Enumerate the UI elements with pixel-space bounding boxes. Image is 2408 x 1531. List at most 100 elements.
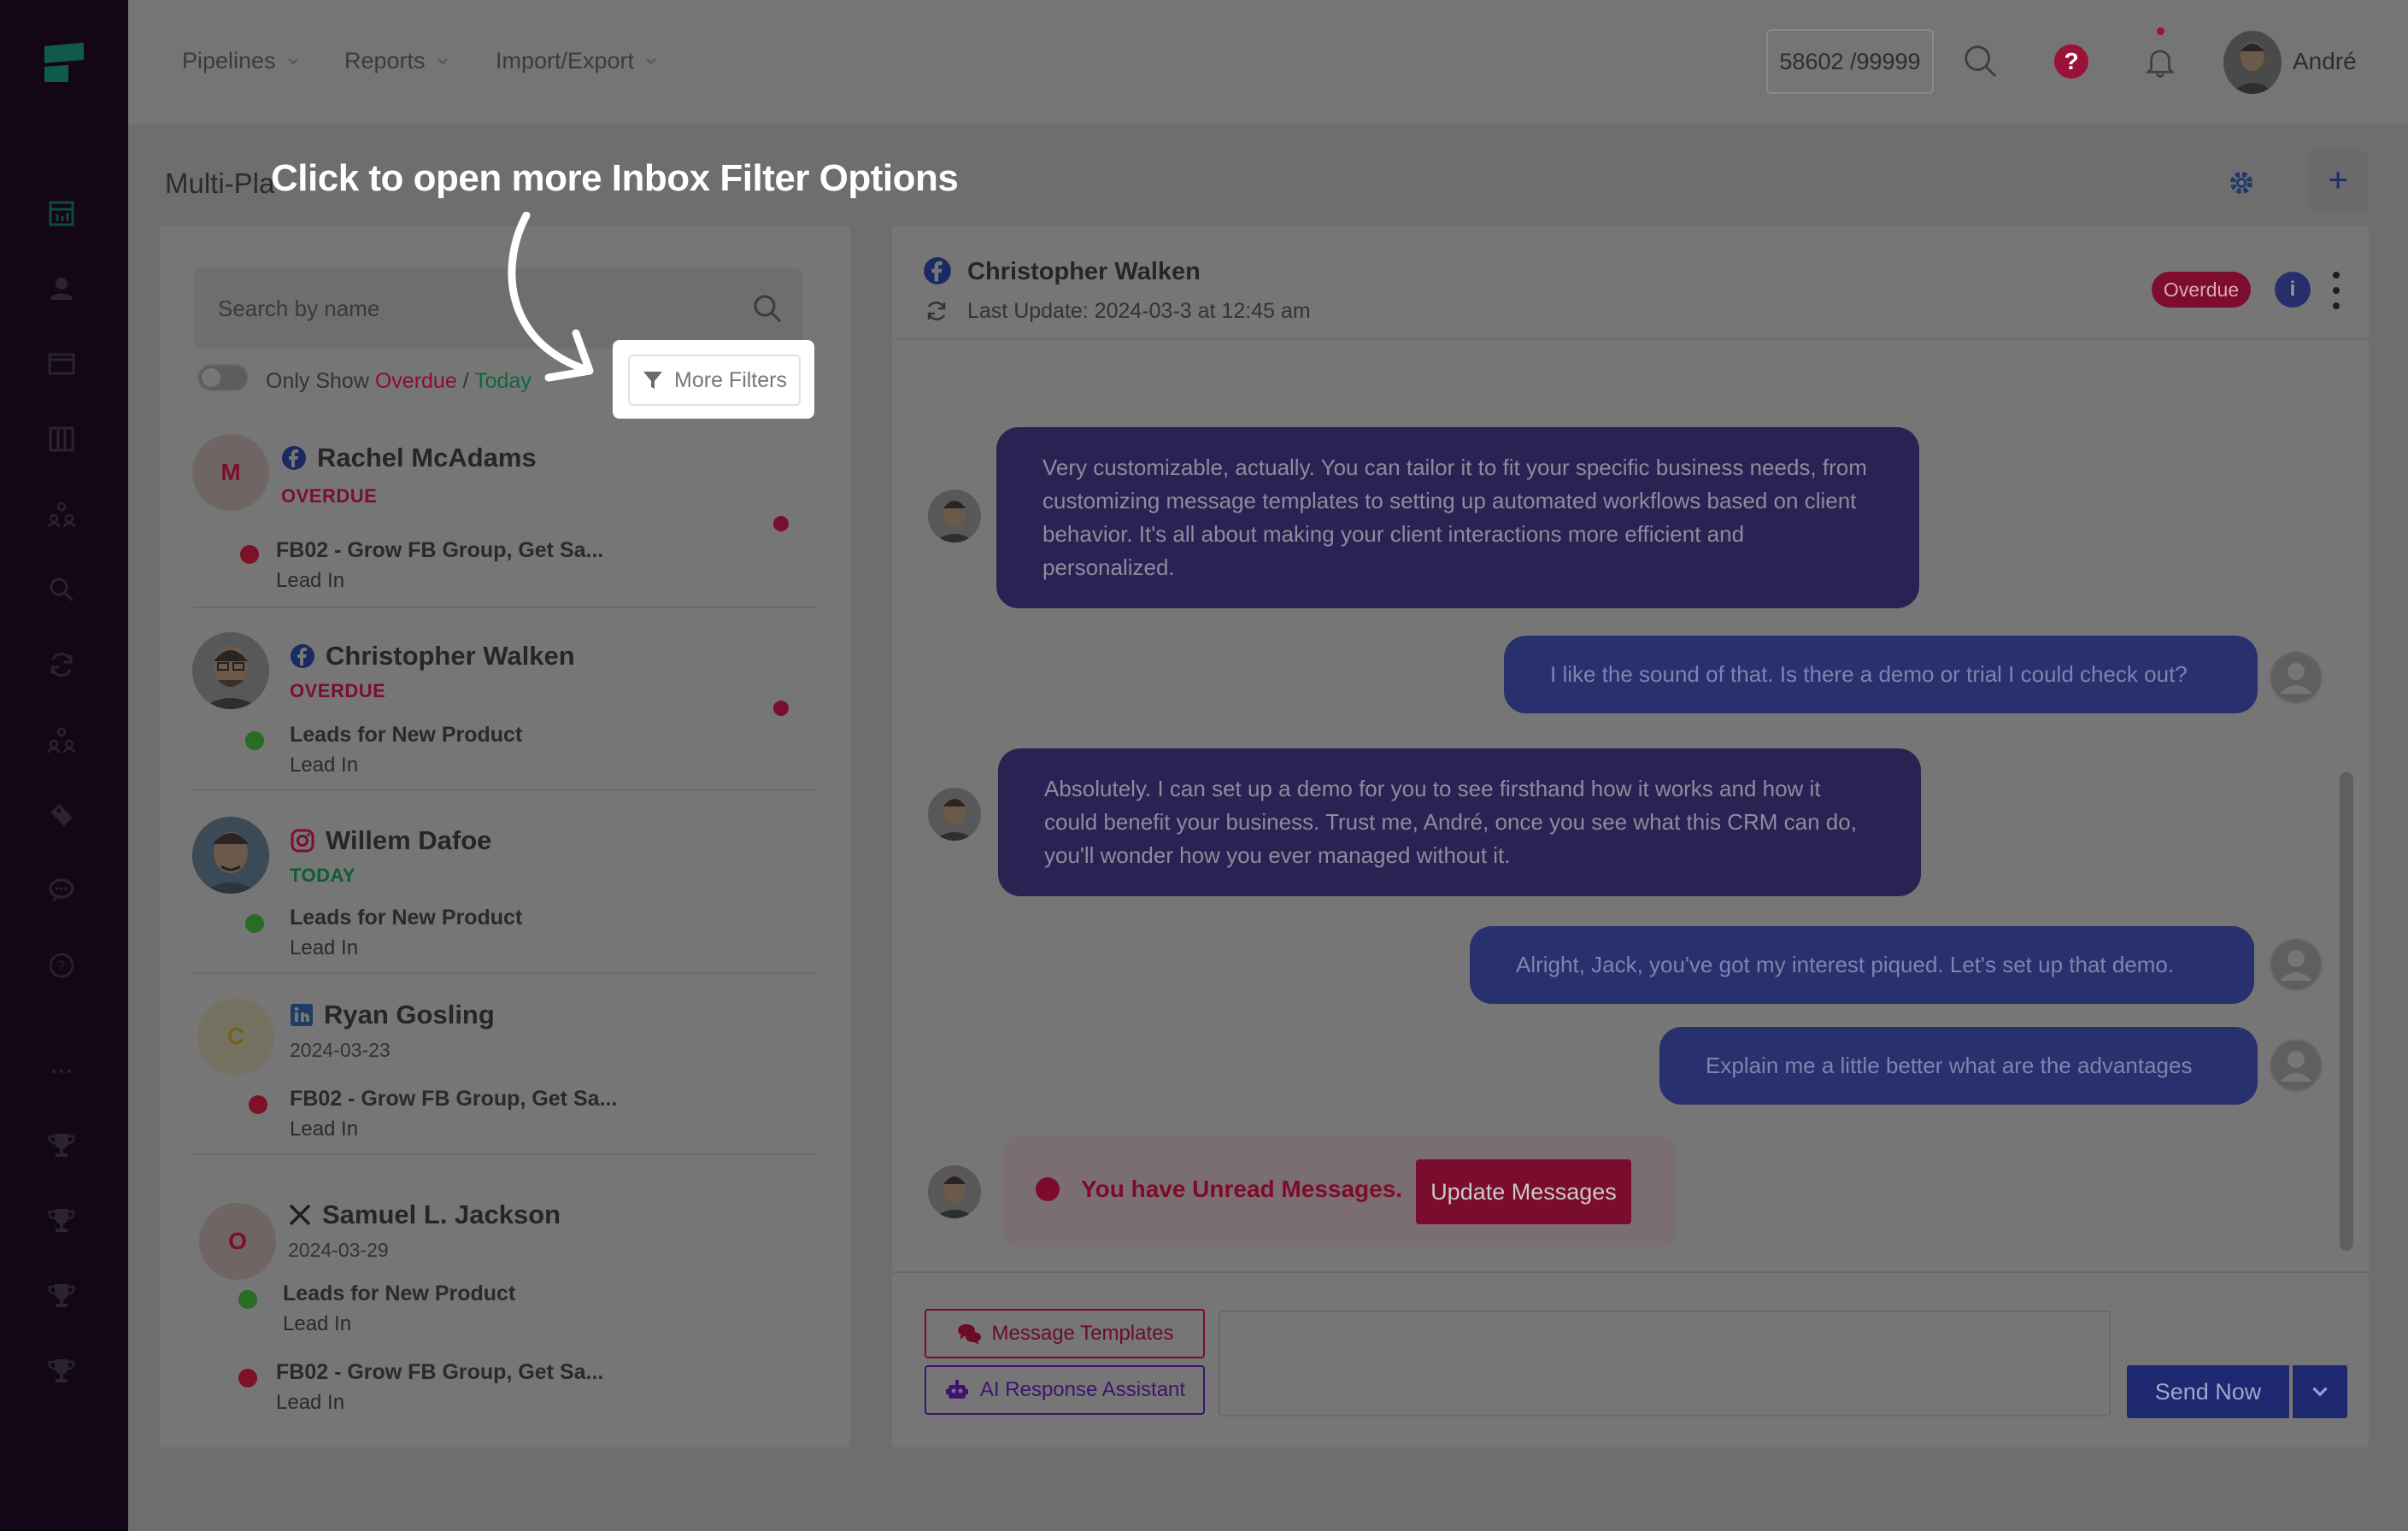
chevron-down-icon bbox=[2312, 1387, 2328, 1397]
search-nav-icon[interactable] bbox=[44, 572, 79, 607]
overdue-toggle[interactable] bbox=[197, 364, 249, 391]
contact-name-row: Samuel L. Jackson bbox=[288, 1200, 561, 1230]
message-templates-button[interactable]: Message Templates bbox=[925, 1309, 1205, 1358]
contact-name-row: Rachel McAdams bbox=[281, 443, 537, 473]
deal-status-dot bbox=[238, 1290, 257, 1309]
deal-status-dot bbox=[238, 1369, 257, 1387]
pipeline-icon[interactable] bbox=[44, 422, 79, 456]
help-symbol: ? bbox=[2054, 44, 2088, 79]
contact-date: 2024-03-29 bbox=[288, 1239, 389, 1261]
app-logo[interactable] bbox=[43, 41, 85, 84]
menu-pipelines[interactable]: Pipelines bbox=[182, 48, 300, 74]
menu-import-export-label: Import/Export bbox=[496, 48, 635, 73]
notification-dot bbox=[2157, 27, 2164, 35]
help-nav-icon[interactable]: ? bbox=[44, 948, 79, 983]
help-icon[interactable]: ? bbox=[2051, 41, 2092, 82]
agent-avatar bbox=[928, 788, 981, 841]
sync-nav-icon[interactable] bbox=[44, 648, 79, 682]
menu-pipelines-label: Pipelines bbox=[182, 48, 276, 73]
deal-status-dot bbox=[245, 914, 264, 933]
tooltip-text: Click to open more Inbox Filter Options bbox=[271, 157, 959, 199]
chat-contact-name: Christopher Walken bbox=[967, 258, 1201, 285]
svg-text:?: ? bbox=[58, 958, 66, 974]
chat-icon[interactable] bbox=[44, 873, 79, 907]
divider bbox=[192, 972, 816, 974]
trophy-icon[interactable] bbox=[44, 1278, 79, 1312]
plus-icon: + bbox=[2328, 161, 2348, 199]
unread-notice-text: You have Unread Messages. bbox=[1081, 1176, 1403, 1202]
message-outgoing: Alright, Jack, you've got my interest pi… bbox=[1470, 926, 2254, 1004]
deal-stage: Lead In bbox=[290, 1117, 359, 1141]
tooltip-arrow-icon bbox=[508, 212, 594, 382]
more-filters-label: More Filters bbox=[674, 367, 787, 392]
send-now-button[interactable]: Send Now bbox=[2127, 1365, 2289, 1418]
chat-bubbles-icon bbox=[957, 1324, 981, 1345]
contact-counter: 58602 /99999 bbox=[1766, 29, 1934, 94]
contact-name: Christopher Walken bbox=[326, 641, 575, 671]
deal-title: Leads for New Product bbox=[283, 1282, 516, 1305]
deal-status-dot bbox=[249, 1095, 267, 1114]
more-icon[interactable] bbox=[44, 1054, 79, 1088]
only-show-separator: / bbox=[456, 369, 475, 393]
contact-item[interactable]: C Ryan Gosling 2024-03-23 FB02 - Grow FB… bbox=[192, 991, 816, 1170]
sync-icon[interactable] bbox=[925, 299, 949, 323]
trophy-icon[interactable] bbox=[44, 1353, 79, 1387]
send-options-dropdown[interactable] bbox=[2293, 1365, 2347, 1418]
deal-title: FB02 - Grow FB Group, Get Sa... bbox=[276, 538, 604, 562]
contact-item[interactable]: Willem Dafoe TODAY Leads for New Product… bbox=[192, 817, 816, 988]
avatar: C bbox=[197, 998, 274, 1075]
gear-icon[interactable] bbox=[2226, 167, 2257, 198]
deal-status-dot bbox=[245, 731, 264, 750]
message-outgoing: Explain me a little better what are the … bbox=[1659, 1027, 2258, 1105]
deal-title: FB02 - Grow FB Group, Get Sa... bbox=[276, 1360, 604, 1384]
deal-stage: Lead In bbox=[283, 1312, 352, 1335]
divider bbox=[192, 1153, 816, 1155]
more-filters-button[interactable]: More Filters bbox=[628, 355, 801, 406]
message-textarea[interactable] bbox=[1219, 1311, 2111, 1417]
inbox-icon[interactable] bbox=[44, 347, 79, 381]
agent-avatar bbox=[928, 490, 981, 543]
chevron-down-icon bbox=[437, 57, 448, 64]
status-label: TODAY bbox=[290, 865, 356, 886]
ai-response-assistant-button[interactable]: AI Response Assistant bbox=[925, 1365, 1205, 1415]
contacts-icon[interactable] bbox=[44, 272, 79, 306]
last-update: Last Update: 2024-03-3 at 12:45 am bbox=[967, 299, 1311, 323]
search-icon[interactable] bbox=[751, 292, 784, 325]
info-icon[interactable]: i bbox=[2275, 272, 2311, 308]
trophy-icon[interactable] bbox=[44, 1128, 79, 1162]
network-icon[interactable] bbox=[44, 723, 79, 757]
search-icon[interactable] bbox=[1960, 41, 2001, 82]
ai-response-assistant-label: AI Response Assistant bbox=[979, 1378, 1186, 1401]
deal-title: Leads for New Product bbox=[290, 723, 523, 747]
contact-item[interactable]: M Rachel McAdams OVERDUE FB02 - Grow FB … bbox=[192, 434, 816, 613]
add-button[interactable]: + bbox=[2309, 150, 2367, 210]
status-badge: Overdue bbox=[2152, 272, 2251, 308]
deal-title: FB02 - Grow FB Group, Get Sa... bbox=[290, 1087, 618, 1111]
message-outgoing: I like the sound of that. Is there a dem… bbox=[1504, 636, 2258, 713]
team-icon[interactable] bbox=[44, 497, 79, 531]
avatar bbox=[192, 632, 269, 709]
page-title: Multi-Pla bbox=[165, 167, 275, 199]
robot-icon bbox=[945, 1380, 968, 1399]
bell-icon[interactable] bbox=[2140, 41, 2181, 82]
contact-item[interactable]: O Samuel L. Jackson 2024-03-29 Leads for… bbox=[192, 1182, 816, 1439]
composer-divider bbox=[892, 1271, 2369, 1273]
user-avatar[interactable] bbox=[2223, 31, 2282, 94]
contact-item[interactable]: Christopher Walken OVERDUE Leads for New… bbox=[192, 632, 816, 812]
divider bbox=[192, 607, 816, 608]
menu-import-export[interactable]: Import/Export bbox=[496, 48, 658, 74]
ticket-icon[interactable] bbox=[44, 798, 79, 832]
update-messages-button[interactable]: Update Messages bbox=[1416, 1159, 1631, 1224]
deal-status-dot bbox=[240, 545, 259, 564]
kebab-menu-icon[interactable] bbox=[2328, 272, 2345, 309]
contact-name: Samuel L. Jackson bbox=[322, 1200, 561, 1229]
only-show-prefix: Only Show bbox=[266, 369, 375, 393]
chat-scrollbar[interactable] bbox=[2340, 772, 2353, 1251]
avatar: M bbox=[192, 434, 269, 511]
dashboard-icon[interactable] bbox=[44, 197, 79, 231]
contact-name: Ryan Gosling bbox=[324, 1000, 495, 1029]
trophy-icon[interactable] bbox=[44, 1203, 79, 1237]
chevron-down-icon bbox=[646, 57, 656, 64]
menu-reports[interactable]: Reports bbox=[344, 48, 449, 74]
user-name[interactable]: André bbox=[2293, 48, 2357, 75]
